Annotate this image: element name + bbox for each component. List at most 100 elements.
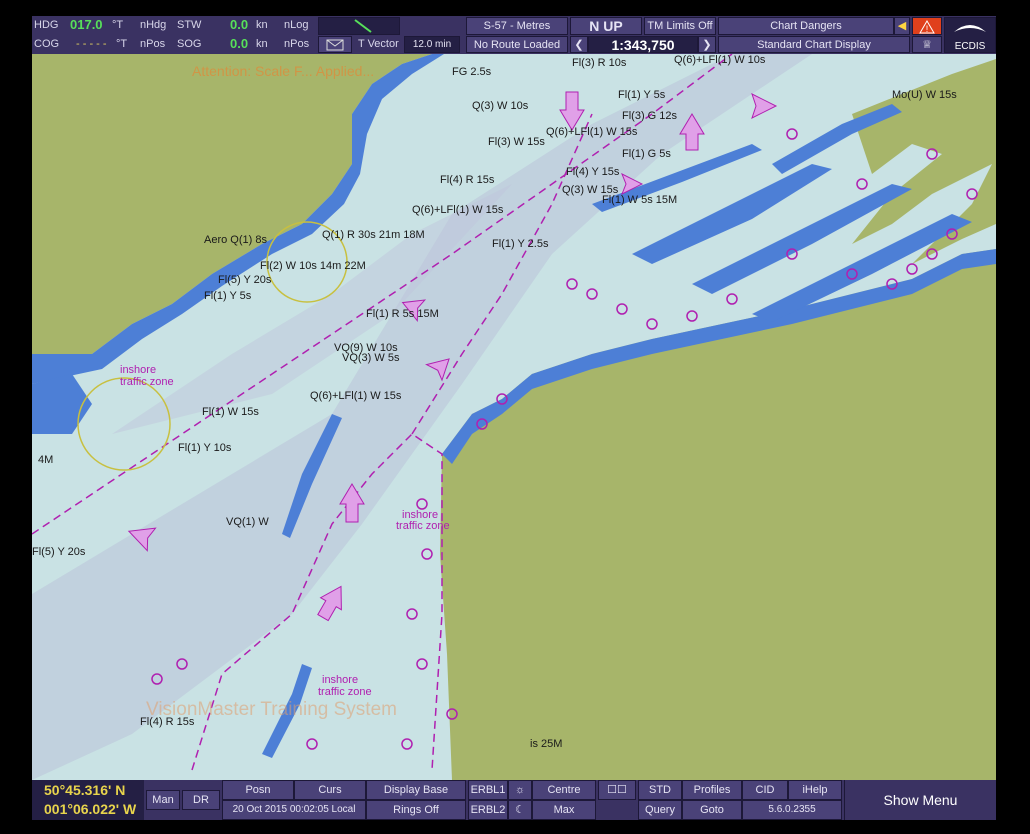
light-characteristic-label: Fl(1) W 5s 15M: [602, 194, 678, 206]
stw-label: STW: [177, 19, 202, 31]
chevron-right-icon: ❯: [702, 39, 712, 51]
light-characteristic-label: Aero Q(1) 8s: [204, 234, 267, 246]
chart-scale: 1:343,750: [588, 36, 698, 53]
light-characteristic-label: Fl(4) R 15s: [440, 174, 495, 186]
traffic-zone-label: inshore: [322, 674, 359, 686]
chart-canvas[interactable]: [32, 54, 996, 780]
ecdis-bird-logo-icon: [954, 25, 986, 32]
vector-arrow-icon: [354, 19, 372, 33]
hdg-label: HDG: [34, 19, 59, 31]
npos-label-1[interactable]: nPos: [140, 35, 165, 53]
alarm-warning-button[interactable]: !: [912, 17, 942, 35]
scale-decrease-button[interactable]: ❮: [570, 36, 588, 53]
s57-units-button[interactable]: S-57 - Metres: [466, 17, 568, 35]
stw-value: 0.0: [230, 17, 249, 32]
rings-off-button[interactable]: Rings Off: [366, 800, 466, 820]
goto-button[interactable]: Goto: [682, 800, 742, 820]
erbl1-button[interactable]: ERBL1: [468, 780, 508, 800]
display-mode-button[interactable]: Standard Chart Display: [718, 36, 910, 53]
npos-label-2[interactable]: nPos: [284, 35, 309, 53]
ecdis-label: ECDIS: [954, 41, 986, 52]
show-menu-button[interactable]: Show Menu: [844, 780, 996, 820]
max-button[interactable]: Max: [532, 800, 596, 820]
window-toggle-button[interactable]: ☐☐: [598, 780, 636, 800]
chart-dangers-button[interactable]: Chart Dangers: [718, 17, 894, 35]
dim-button[interactable]: ☾: [508, 800, 532, 820]
scale-attention-message: Attention: Scale F... Applied...: [192, 63, 375, 79]
light-characteristic-label: Fl(1) G 5s: [622, 148, 671, 160]
cog-value: - - - - -: [76, 38, 107, 50]
light-characteristic-label: Q(3) W 10s: [472, 100, 529, 112]
tm-limits-button[interactable]: TM Limits Off: [644, 17, 716, 35]
display-base-button[interactable]: Display Base: [366, 780, 466, 800]
light-characteristic-label: Fl(3) W 15s: [488, 136, 545, 148]
chevron-left-icon: ❮: [574, 39, 584, 51]
light-characteristic-label: FG 2.5s: [452, 66, 492, 78]
cid-button[interactable]: CID: [742, 780, 788, 800]
light-characteristic-label: Fl(4) R 15s: [140, 716, 195, 728]
window-icon: ☐☐: [607, 784, 627, 796]
hdg-value: 017.0: [70, 17, 103, 32]
nlog-label[interactable]: nLog: [284, 16, 308, 34]
stw-unit: kn: [256, 19, 268, 31]
cog-label: COG: [34, 38, 60, 50]
light-characteristic-label: Mo(U) W 15s: [892, 89, 957, 101]
light-characteristic-label: Fl(5) Y 20s: [218, 274, 272, 286]
vector-graphic: [318, 17, 400, 35]
light-characteristic-label: VQ(1) W: [226, 516, 269, 528]
traffic-zone-label: inshore: [120, 364, 157, 376]
light-characteristic-label: VQ(3) W 5s: [342, 352, 400, 364]
moon-icon: ☾: [515, 804, 525, 816]
light-characteristic-label: Fl(1) Y 5s: [618, 89, 666, 101]
curs-button[interactable]: Curs: [294, 780, 366, 800]
light-characteristic-label: Q(6)+LFl(1) W 15s: [310, 390, 402, 402]
cog-unit: °T: [116, 38, 128, 50]
date-time-display: 20 Oct 2015 00:02:05 Local: [222, 800, 366, 820]
sun-icon: ☼: [514, 784, 526, 796]
envelope-icon: [326, 39, 344, 51]
light-characteristic-label: Fl(1) Y 2.5s: [492, 238, 549, 250]
light-characteristic-label: 4M: [38, 454, 54, 466]
ihelp-button[interactable]: iHelp: [788, 780, 842, 800]
light-characteristic-label: Fl(2) W 10s 14m 22M: [260, 260, 366, 272]
ecdis-logo: ECDIS: [944, 17, 996, 53]
light-characteristic-label: Fl(3) G 12s: [622, 110, 678, 122]
sog-label: SOG: [177, 38, 202, 50]
scale-increase-button[interactable]: ❯: [698, 36, 716, 53]
bottom-status-bar: 50°45.316' N 001°06.022' W Man DR Posn C…: [32, 780, 996, 820]
hdg-unit: °T: [112, 19, 124, 31]
envelope-button[interactable]: [318, 36, 352, 53]
posn-button[interactable]: Posn: [222, 780, 294, 800]
dr-button[interactable]: DR: [182, 790, 220, 810]
alarm-bell-icon[interactable]: ♕: [912, 36, 942, 53]
light-characteristic-label: is 25M: [530, 738, 563, 750]
light-characteristic-label: Fl(3) R 10s: [572, 57, 627, 69]
tvector-field[interactable]: 12.0 min: [404, 36, 460, 53]
route-status[interactable]: No Route Loaded: [466, 36, 568, 53]
std-button[interactable]: STD: [638, 780, 682, 800]
brightness-button[interactable]: ☼: [508, 780, 532, 800]
svg-text:!: !: [926, 24, 929, 34]
latitude-value: 50°45.316' N: [44, 782, 126, 798]
query-button[interactable]: Query: [638, 800, 682, 820]
position-readout: 50°45.316' N 001°06.022' W: [32, 780, 144, 820]
sog-value: 0.0: [230, 36, 249, 51]
tvector-label: T Vector: [358, 38, 399, 50]
profiles-button[interactable]: Profiles: [682, 780, 742, 800]
speaker-icon[interactable]: ◀: [894, 17, 910, 35]
erbl2-button[interactable]: ERBL2: [468, 800, 508, 820]
longitude-value: 001°06.022' W: [44, 801, 137, 817]
light-characteristic-label: Q(6)+LFl(1) W 10s: [674, 54, 766, 66]
light-characteristic-label: Q(6)+LFl(1) W 15s: [412, 204, 504, 216]
chart-display[interactable]: Attention: Scale F... Applied... VisionM…: [32, 54, 996, 780]
light-characteristic-label: Fl(5) Y 20s: [32, 546, 86, 558]
light-characteristic-label: Fl(1) R 5s 15M: [366, 308, 439, 320]
light-characteristic-label: Fl(1) W 15s: [202, 406, 259, 418]
ecdis-window: HDG 017.0 °T nHdg STW 0.0 kn nLog COG - …: [32, 16, 996, 820]
warning-icon: !: [919, 20, 935, 34]
top-status-bar: HDG 017.0 °T nHdg STW 0.0 kn nLog COG - …: [32, 16, 996, 54]
centre-button[interactable]: Centre: [532, 780, 596, 800]
man-button[interactable]: Man: [146, 790, 180, 810]
nhdg-label[interactable]: nHdg: [140, 16, 166, 34]
north-up-button[interactable]: N UP: [570, 17, 642, 35]
